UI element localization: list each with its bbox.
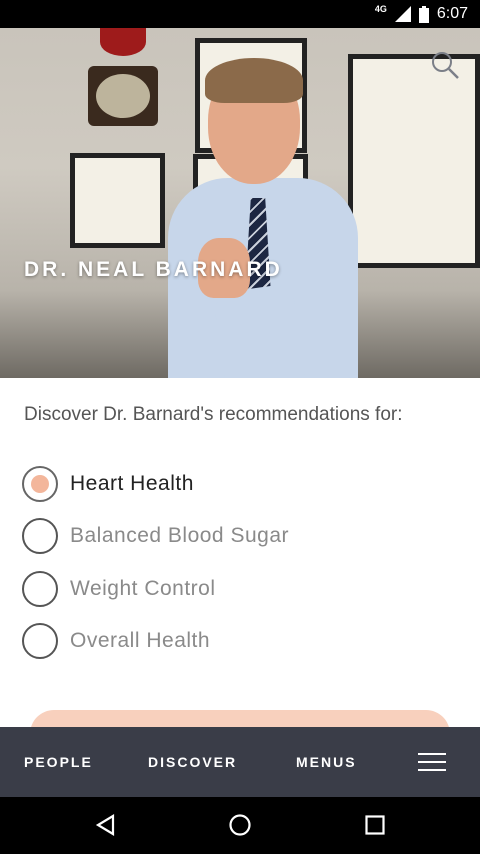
apple-decoration xyxy=(100,28,146,56)
recents-icon[interactable] xyxy=(364,814,386,836)
system-nav-bar xyxy=(0,797,480,854)
clock: 6:07 xyxy=(436,5,468,22)
nav-people[interactable]: PEOPLE xyxy=(24,754,93,770)
option-label: Heart Health xyxy=(70,472,194,495)
option-balanced-blood-sugar[interactable]: Balanced Blood Sugar xyxy=(22,518,289,554)
status-bar: 4G 6:07 xyxy=(0,0,480,28)
signal-icon xyxy=(394,6,411,22)
hero-banner: DR. NEAL BARNARD xyxy=(0,28,480,378)
network-label: 4G xyxy=(374,4,387,14)
option-label: Overall Health xyxy=(70,629,211,652)
hero-title: DR. NEAL BARNARD xyxy=(24,258,283,281)
hero-photo xyxy=(150,48,370,378)
intro-text: Discover Dr. Barnard's recommendations f… xyxy=(24,404,403,425)
option-label: Weight Control xyxy=(70,577,216,600)
option-label: Balanced Blood Sugar xyxy=(70,524,289,547)
battery-icon xyxy=(418,5,429,23)
option-overall-health[interactable]: Overall Health xyxy=(22,623,210,659)
home-icon[interactable] xyxy=(228,814,252,836)
plaque-decoration xyxy=(88,66,158,126)
menu-icon[interactable] xyxy=(418,753,446,771)
nav-discover[interactable]: DISCOVER xyxy=(148,754,237,770)
option-weight-control[interactable]: Weight Control xyxy=(22,571,216,607)
radio-button[interactable] xyxy=(22,623,58,659)
back-icon[interactable] xyxy=(95,814,117,836)
bottom-nav: PEOPLE DISCOVER MENUS xyxy=(0,727,480,797)
search-icon[interactable] xyxy=(430,50,460,80)
nav-menus[interactable]: MENUS xyxy=(296,754,357,770)
radio-button[interactable] xyxy=(22,466,58,502)
option-heart-health[interactable]: Heart Health xyxy=(22,466,194,502)
radio-button[interactable] xyxy=(22,571,58,607)
radio-button[interactable] xyxy=(22,518,58,554)
